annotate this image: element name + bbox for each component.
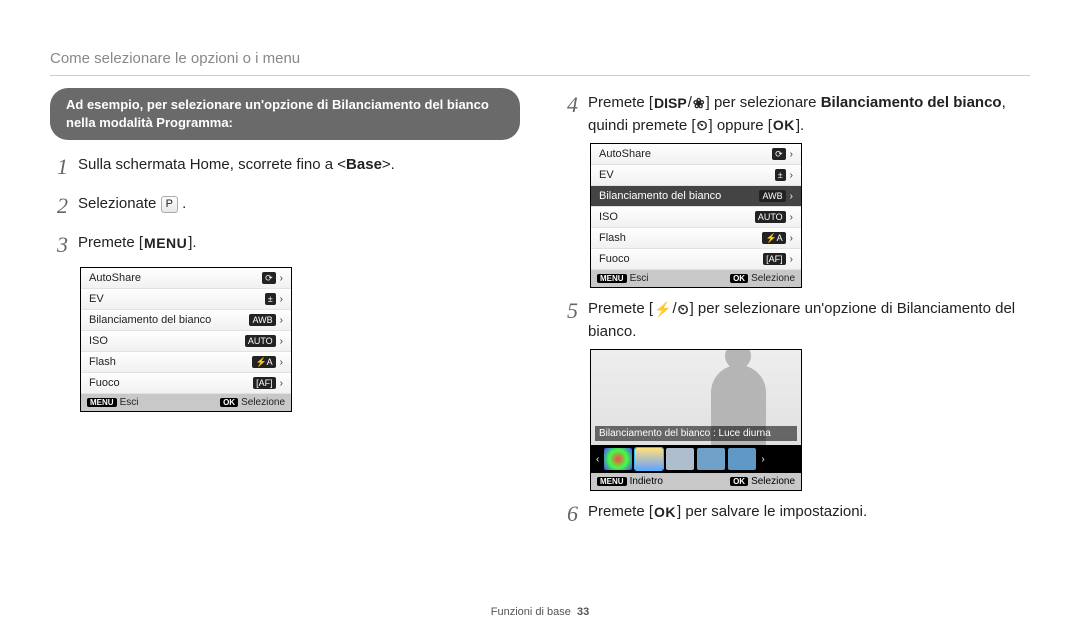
step-1: 1 Sulla schermata Home, scorrete fino a … [50,150,520,183]
ok-key-icon: OK [772,115,796,136]
example-callout: Ad esempio, per selezionare un'opzione d… [50,88,520,140]
step-num: 2 [50,189,68,222]
mode-dial-icon: P [161,196,178,213]
macro-key-icon: ❀ [692,93,706,114]
menu-footer: MENUEsci OKSelezione [81,394,291,411]
ok-key-icon: OK [653,502,677,523]
wb-thumb [666,448,694,470]
step-num: 3 [50,228,68,261]
left-column: Ad esempio, per selezionare un'opzione d… [50,88,520,536]
menu-key-icon: MENU [143,233,188,254]
menu-row-focus: Fuoco[AF] › [591,249,801,270]
camera-menu-b: AutoShare⟳ › EV± › Bilanciamento del bia… [590,143,802,288]
menu-row-autoshare: AutoShare⟳ › [591,144,801,165]
step-3: 3 Premete [MENU]. [50,228,520,261]
step-text: Premete [DISP/❀] per selezionare Bilanci… [588,88,1030,137]
step-6: 6 Premete [OK] per salvare le impostazio… [560,497,1030,530]
page-footer: Funzioni di base 33 [0,606,1080,618]
wb-footer: MENUIndietro OKSelezione [591,473,801,490]
menu-row-iso: ISOAUTO › [591,207,801,228]
menu-row-flash: Flash⚡A › [591,228,801,249]
menu-row-ev: EV± › [81,289,291,310]
preview-image: Bilanciamento del bianco : Luce diurna [591,350,801,445]
menu-footer: MENUEsci OKSelezione [591,270,801,287]
step-4: 4 Premete [DISP/❀] per selezionare Bilan… [560,88,1030,137]
wb-preview: Bilanciamento del bianco : Luce diurna ‹… [590,349,802,491]
step-num: 5 [560,294,578,327]
timer-key-icon: ⏲ [696,115,709,136]
wb-thumb [604,448,632,470]
menu-row-wb-selected: Bilanciamento del biancoAWB › [591,186,801,207]
step-num: 6 [560,497,578,530]
disp-key-icon: DISP [653,93,688,114]
menu-row-flash: Flash⚡A › [81,352,291,373]
menu-row-autoshare: AutoShare⟳ › [81,268,291,289]
step-text: Premete [OK] per salvare le impostazioni… [588,497,867,524]
section-title: Come selezionare le opzioni o i menu [50,50,1030,67]
wb-label: Bilanciamento del bianco : Luce diurna [595,426,797,441]
wb-thumb [697,448,725,470]
step-5: 5 Premete [⚡/⏲] per selezionare un'opzio… [560,294,1030,343]
wb-option-strip: ‹ › [591,445,801,473]
step-text: Sulla schermata Home, scorrete fino a <B… [78,150,395,177]
timer-key-icon: ⏲ [677,299,690,320]
step-text: Selezionate P . [78,189,186,216]
wb-thumb [728,448,756,470]
menu-row-focus: Fuoco[AF] › [81,373,291,394]
menu-row-wb: Bilanciamento del biancoAWB › [81,310,291,331]
right-column: 4 Premete [DISP/❀] per selezionare Bilan… [560,88,1030,536]
flash-key-icon: ⚡ [653,299,672,320]
arrow-right-icon: › [759,454,766,465]
step-text: Premete [MENU]. [78,228,197,255]
menu-row-ev: EV± › [591,165,801,186]
camera-menu-a: AutoShare⟳ › EV± › Bilanciamento del bia… [80,267,292,412]
menu-row-iso: ISOAUTO › [81,331,291,352]
step-num: 4 [560,88,578,121]
step-2: 2 Selezionate P . [50,189,520,222]
arrow-left-icon: ‹ [594,454,601,465]
wb-thumb-selected [635,448,663,470]
step-num: 1 [50,150,68,183]
divider [50,75,1030,76]
step-text: Premete [⚡/⏲] per selezionare un'opzione… [588,294,1030,343]
